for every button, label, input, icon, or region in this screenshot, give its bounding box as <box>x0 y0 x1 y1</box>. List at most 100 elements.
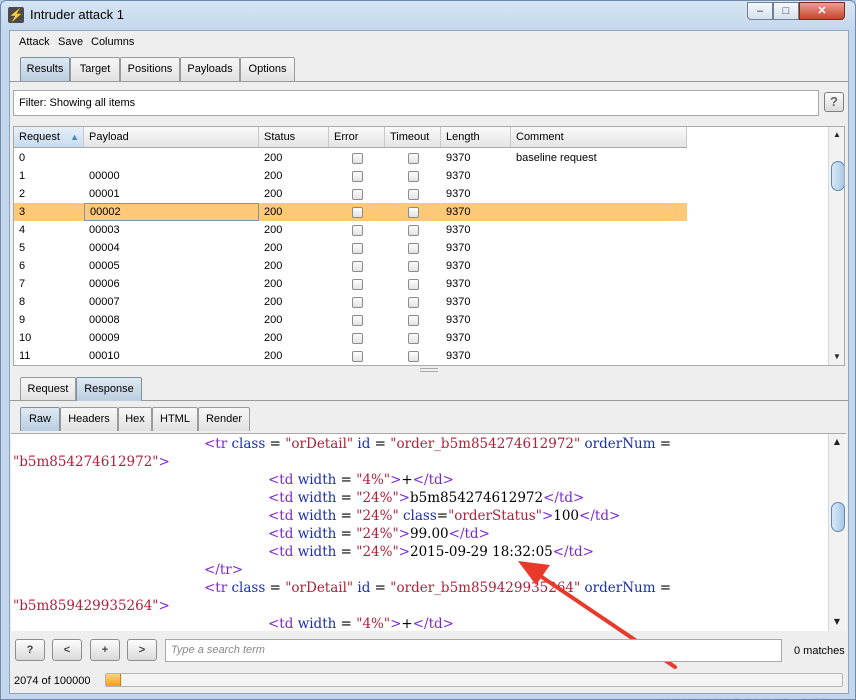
column-header-length[interactable]: Length <box>441 127 511 147</box>
tab-positions[interactable]: Positions <box>120 57 180 81</box>
code-line: <td width = "24%">b5m854274612972</td> <box>268 490 585 506</box>
client-area: Attack Save Columns Results Target Posit… <box>9 30 849 699</box>
menu-attack[interactable]: Attack <box>19 36 50 48</box>
previous-match-button[interactable]: < <box>52 639 82 661</box>
close-button[interactable]: ✕ <box>799 2 845 20</box>
results-table: Request ▲ Payload Status Error Timeout Le… <box>13 126 845 366</box>
request-cell: 8 <box>19 296 26 308</box>
maximize-button[interactable]: □ <box>773 2 799 20</box>
comment-cell: baseline request <box>516 152 597 164</box>
error-checkbox <box>352 297 363 308</box>
error-checkbox <box>352 315 363 326</box>
table-row[interactable]: 10 00009 200 9370 <box>14 329 687 347</box>
attack-progress-bar <box>105 673 843 687</box>
scroll-down-icon[interactable]: ▼ <box>829 349 844 365</box>
timeout-checkbox <box>408 351 419 362</box>
progress-count: 2074 of 100000 <box>14 675 91 687</box>
response-raw-view[interactable]: <tr class = "orDetail" id = "order_b5m85… <box>11 433 846 631</box>
column-header-payload[interactable]: Payload <box>84 127 259 147</box>
status-cell: 200 <box>264 224 283 236</box>
scroll-up-icon[interactable]: ▲ <box>829 127 844 143</box>
payload-cell <box>84 149 89 167</box>
error-checkbox <box>352 153 363 164</box>
request-cell: 10 <box>19 332 32 344</box>
length-cell: 9370 <box>446 260 471 272</box>
scroll-up-icon[interactable]: ▲ <box>829 434 845 450</box>
status-cell: 200 <box>264 278 283 290</box>
tab-response[interactable]: Response <box>76 377 142 401</box>
length-cell: 9370 <box>446 224 471 236</box>
payload-cell: 00006 <box>89 278 120 290</box>
comment-cell <box>511 275 516 293</box>
menu-save[interactable]: Save <box>58 36 83 48</box>
length-cell: 9370 <box>446 152 471 164</box>
next-match-button[interactable]: > <box>127 639 157 661</box>
filter-bar[interactable]: Filter: Showing all items <box>13 90 819 116</box>
request-cell: 9 <box>19 314 26 326</box>
length-cell: 9370 <box>446 314 471 326</box>
table-row[interactable]: 1 00000 200 9370 <box>14 167 687 185</box>
table-row[interactable]: 0 200 9370 baseline request <box>14 149 687 167</box>
help-button[interactable]: ? <box>15 639 45 661</box>
tab-payloads[interactable]: Payloads <box>180 57 240 81</box>
tab-target[interactable]: Target <box>70 57 120 81</box>
search-input[interactable]: Type a search term <box>165 639 782 662</box>
watermark: www.wooyun.org <box>660 692 831 699</box>
timeout-checkbox <box>408 297 419 308</box>
comment-cell <box>511 311 516 329</box>
table-scrollbar[interactable]: ▲ ▼ <box>828 127 844 365</box>
menu-columns[interactable]: Columns <box>91 36 134 48</box>
payload-cell: 00001 <box>89 188 120 200</box>
table-row[interactable]: 8 00007 200 9370 <box>14 293 687 311</box>
filter-help-button[interactable]: ? <box>824 92 844 112</box>
scroll-down-icon[interactable]: ▼ <box>829 614 845 630</box>
tab-request[interactable]: Request <box>20 377 76 401</box>
request-cell: 7 <box>19 278 26 290</box>
tab-raw[interactable]: Raw <box>20 407 60 431</box>
status-cell: 200 <box>264 296 283 308</box>
length-cell: 9370 <box>446 206 471 218</box>
error-checkbox <box>352 207 363 218</box>
payload-cell: 00009 <box>89 332 120 344</box>
table-row[interactable]: 5 00004 200 9370 <box>14 239 687 257</box>
status-cell: 200 <box>264 350 283 362</box>
code-line: "b5m859429935264"> <box>13 598 170 614</box>
status-cell: 200 <box>264 332 283 344</box>
tab-hex[interactable]: Hex <box>118 407 152 431</box>
table-row[interactable]: 2 00001 200 9370 <box>14 185 687 203</box>
tab-options[interactable]: Options <box>240 57 295 81</box>
payload-cell: 00010 <box>89 350 120 362</box>
table-row[interactable]: 6 00005 200 9370 <box>14 257 687 275</box>
response-scrollbar[interactable]: ▲ ▼ <box>828 434 845 631</box>
column-header-timeout[interactable]: Timeout <box>385 127 441 147</box>
tab-results[interactable]: Results <box>20 57 70 81</box>
comment-cell <box>511 329 516 347</box>
add-button[interactable]: + <box>90 639 120 661</box>
error-checkbox <box>352 351 363 362</box>
column-header-comment[interactable]: Comment <box>511 127 687 147</box>
table-row[interactable]: 4 00003 200 9370 <box>14 221 687 239</box>
timeout-checkbox <box>408 333 419 344</box>
tab-render[interactable]: Render <box>198 407 250 431</box>
error-checkbox <box>352 261 363 272</box>
table-row[interactable]: 9 00008 200 9370 <box>14 311 687 329</box>
minimize-button[interactable]: – <box>747 2 773 20</box>
comment-cell <box>511 221 516 239</box>
table-row[interactable]: 11 00010 200 9370 <box>14 347 687 365</box>
response-scroll-thumb[interactable] <box>831 502 845 532</box>
table-row[interactable]: 3 00002 200 9370 <box>14 203 687 221</box>
timeout-checkbox <box>408 189 419 200</box>
tab-html[interactable]: HTML <box>152 407 198 431</box>
tab-divider <box>10 81 848 82</box>
table-scroll-thumb[interactable] <box>831 161 844 191</box>
intruder-window: ⚡ Intruder attack 1 – □ ✕ Attack Save Co… <box>0 0 856 700</box>
column-header-status[interactable]: Status <box>259 127 329 147</box>
tab-headers[interactable]: Headers <box>60 407 118 431</box>
code-line: <tr class = "orDetail" id = "order_b5m85… <box>204 436 672 452</box>
length-cell: 9370 <box>446 296 471 308</box>
column-header-request[interactable]: Request ▲ <box>14 127 84 147</box>
pane-splitter[interactable] <box>420 368 438 372</box>
table-row[interactable]: 7 00006 200 9370 <box>14 275 687 293</box>
timeout-checkbox <box>408 153 419 164</box>
column-header-error[interactable]: Error <box>329 127 385 147</box>
